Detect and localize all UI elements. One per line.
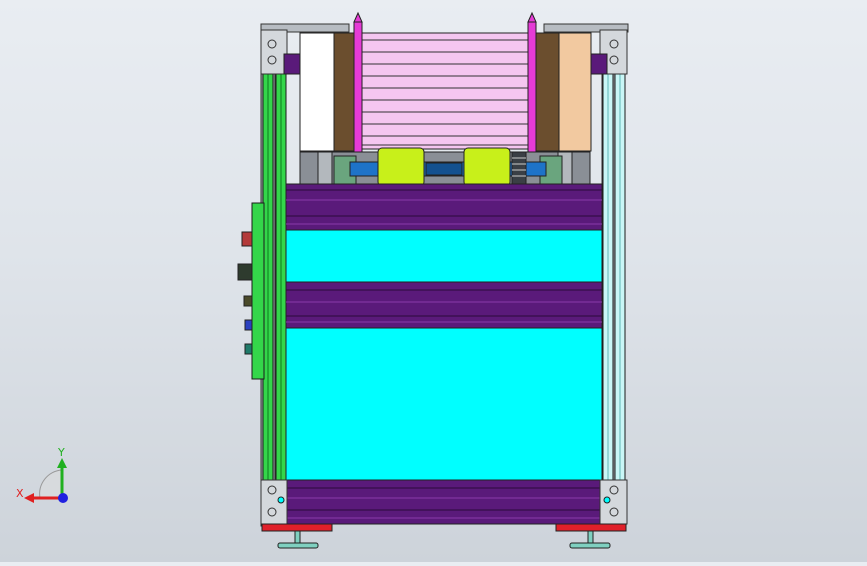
lime-roller-right bbox=[463, 147, 511, 187]
purple-rail-bottom bbox=[285, 479, 603, 525]
x-axis-label: X bbox=[16, 487, 24, 500]
cyan-panel-lower bbox=[285, 327, 603, 481]
white-block-left bbox=[299, 32, 335, 152]
leveling-foot-left bbox=[277, 530, 319, 549]
cad-viewport[interactable]: Y X bbox=[0, 0, 867, 562]
leveling-foot-right bbox=[569, 530, 611, 549]
purple-rail-top bbox=[285, 183, 603, 231]
purple-rail-middle bbox=[285, 281, 603, 329]
left-frame-post bbox=[260, 25, 287, 527]
shaft-assembly bbox=[299, 151, 591, 187]
gear-motor-right bbox=[511, 151, 527, 185]
right-frame-post bbox=[601, 25, 626, 527]
brown-block-right bbox=[532, 32, 560, 152]
tan-block-right bbox=[558, 32, 592, 152]
lime-roller-left bbox=[377, 147, 425, 187]
control-box bbox=[237, 202, 265, 380]
y-axis-label: Y bbox=[57, 446, 65, 459]
pink-plate-stack bbox=[359, 32, 533, 150]
cyan-panel-upper bbox=[285, 229, 603, 283]
axis-triad: Y X bbox=[16, 446, 68, 503]
red-base-plate-right bbox=[555, 523, 627, 532]
red-base-plate-left bbox=[261, 523, 333, 532]
